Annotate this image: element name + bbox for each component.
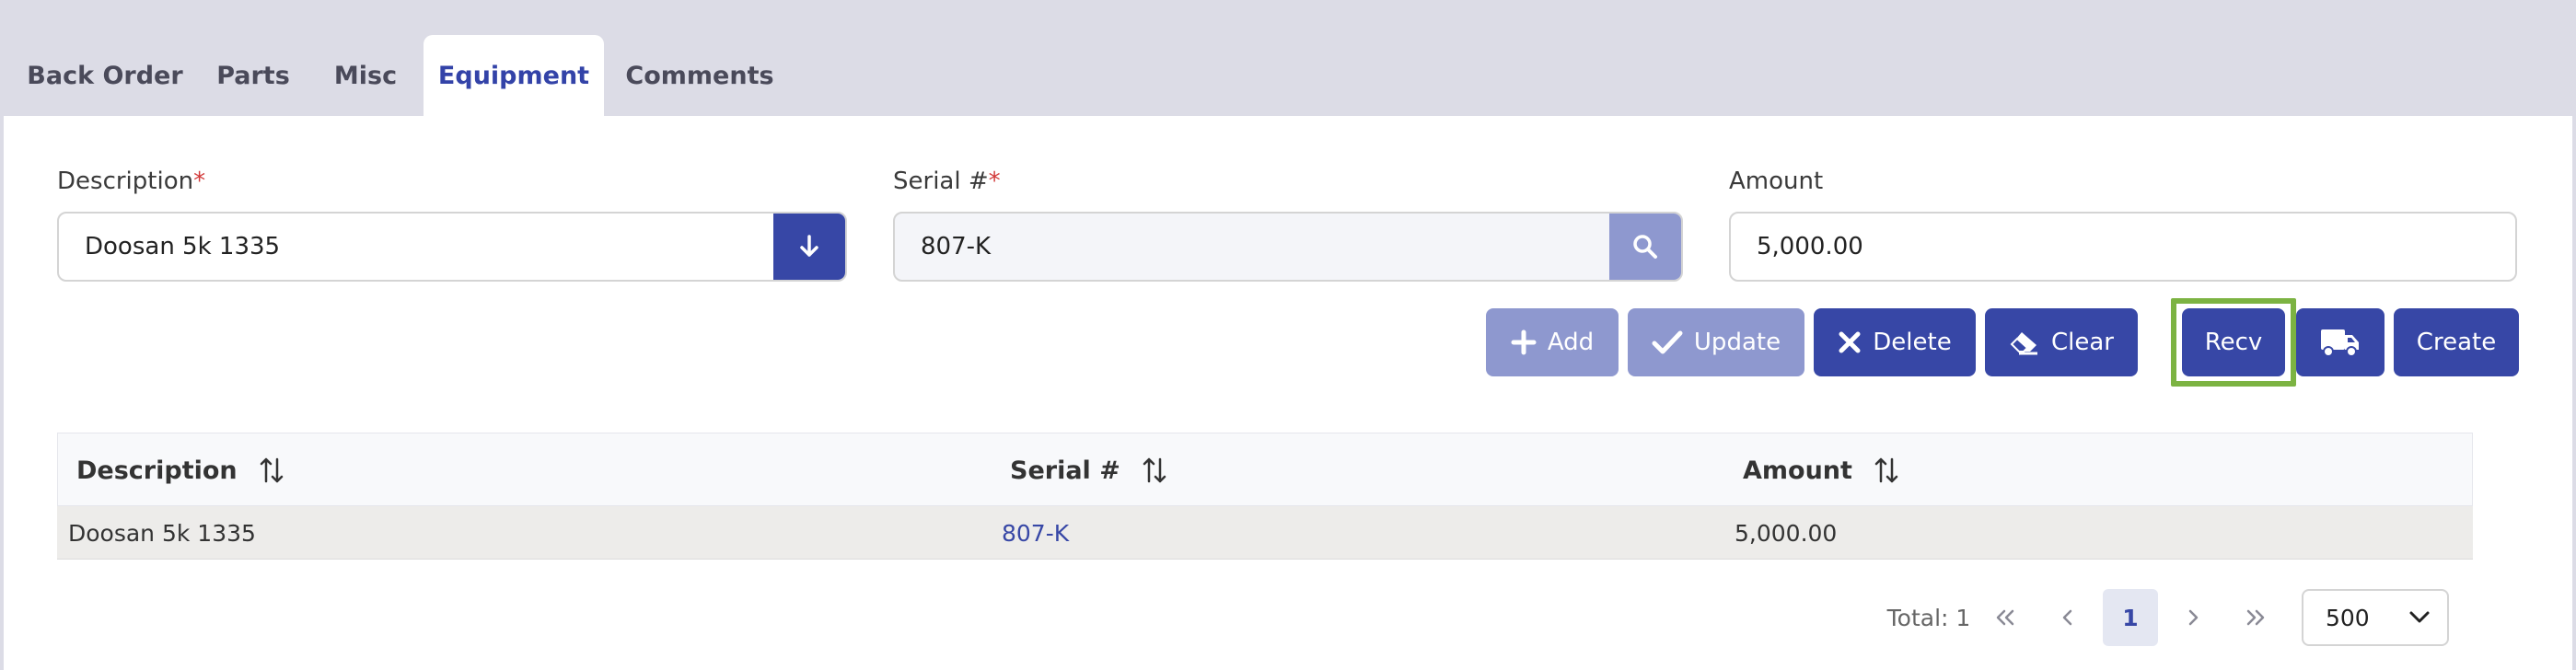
create-button[interactable]: Create [2394, 308, 2519, 376]
description-dropdown-button[interactable] [773, 214, 845, 280]
clear-button-label: Clear [2051, 329, 2114, 356]
column-header-label: Description [76, 456, 238, 485]
serial-value: 807-K [921, 233, 992, 260]
eraser-icon [2010, 332, 2037, 355]
description-value: Doosan 5k 1335 [85, 233, 281, 260]
sort-icon [1143, 457, 1166, 483]
amount-label: Amount [1729, 168, 1824, 195]
table-header: Description Serial # Amount [57, 433, 2473, 506]
last-page-button[interactable] [2230, 589, 2281, 646]
plus-icon [1511, 329, 1537, 355]
serial-field[interactable]: 807-K [893, 212, 1683, 282]
equipment-table: Description Serial # Amount Doosan 5k 13… [57, 433, 2473, 561]
tab-bar: Back Order Parts Misc Equipment Comments [0, 0, 2576, 116]
column-header-label: Serial # [1010, 456, 1120, 485]
update-button-label: Update [1693, 329, 1781, 356]
delete-button-label: Delete [1873, 329, 1952, 356]
page-size-select[interactable]: 500 [2302, 589, 2449, 646]
chevron-left-icon [2062, 609, 2072, 626]
create-button-label: Create [2416, 329, 2497, 356]
recv-highlight [2171, 298, 2296, 387]
tab-parts[interactable]: Parts [204, 35, 302, 116]
tab-back-order[interactable]: Back Order [13, 35, 197, 116]
truck-icon [2321, 329, 2359, 357]
column-header-label: Amount [1743, 456, 1852, 485]
description-field[interactable]: Doosan 5k 1335 [57, 212, 847, 282]
required-mark: * [988, 168, 1001, 195]
chevrons-left-icon [1996, 609, 2014, 626]
amount-field[interactable]: 5,000.00 [1729, 212, 2517, 282]
x-icon [1839, 331, 1861, 353]
tab-label: Parts [216, 61, 290, 90]
equipment-panel [4, 116, 2572, 670]
sort-icon [1874, 457, 1898, 483]
next-page-button[interactable] [2167, 589, 2219, 646]
first-page-button[interactable] [1979, 589, 2031, 646]
chevron-right-icon [2188, 609, 2199, 626]
delete-button[interactable]: Delete [1814, 308, 1976, 376]
amount-value: 5,000.00 [1757, 233, 1863, 260]
pagination-total: Total: 1 [1886, 604, 1971, 631]
tab-label: Back Order [27, 61, 183, 90]
required-mark: * [193, 168, 206, 195]
tab-equipment[interactable]: Equipment [424, 35, 604, 116]
search-icon [1633, 235, 1657, 259]
chevron-down-icon [2409, 611, 2430, 623]
description-label: Description* [57, 168, 206, 195]
page-1-button[interactable]: 1 [2103, 589, 2158, 646]
cell-serial-link[interactable]: 807-K [1002, 506, 1069, 560]
sort-icon [260, 457, 283, 483]
ship-button[interactable] [2296, 308, 2385, 376]
update-button[interactable]: Update [1628, 308, 1804, 376]
tab-misc[interactable]: Misc [322, 35, 409, 116]
serial-search-button[interactable] [1609, 214, 1681, 280]
prev-page-button[interactable] [2042, 589, 2094, 646]
table-row[interactable]: Doosan 5k 1335 807-K 5,000.00 [57, 506, 2473, 560]
column-header-description[interactable]: Description [76, 433, 284, 507]
tab-label: Comments [625, 61, 774, 90]
tab-comments[interactable]: Comments [619, 35, 781, 116]
check-icon [1652, 330, 1683, 354]
page-size-value: 500 [2326, 604, 2370, 631]
add-button-label: Add [1547, 329, 1595, 356]
chevrons-right-icon [2246, 609, 2265, 626]
tab-label: Equipment [437, 61, 590, 90]
column-header-amount[interactable]: Amount [1743, 433, 1898, 507]
cell-amount: 5,000.00 [1735, 519, 1838, 547]
column-header-serial[interactable]: Serial # [1010, 433, 1166, 507]
add-button[interactable]: Add [1486, 308, 1619, 376]
arrow-down-icon [800, 235, 818, 257]
cell-description: Doosan 5k 1335 [68, 519, 256, 547]
clear-button[interactable]: Clear [1985, 308, 2138, 376]
serial-label: Serial #* [893, 168, 1001, 195]
tab-label: Misc [333, 61, 398, 90]
